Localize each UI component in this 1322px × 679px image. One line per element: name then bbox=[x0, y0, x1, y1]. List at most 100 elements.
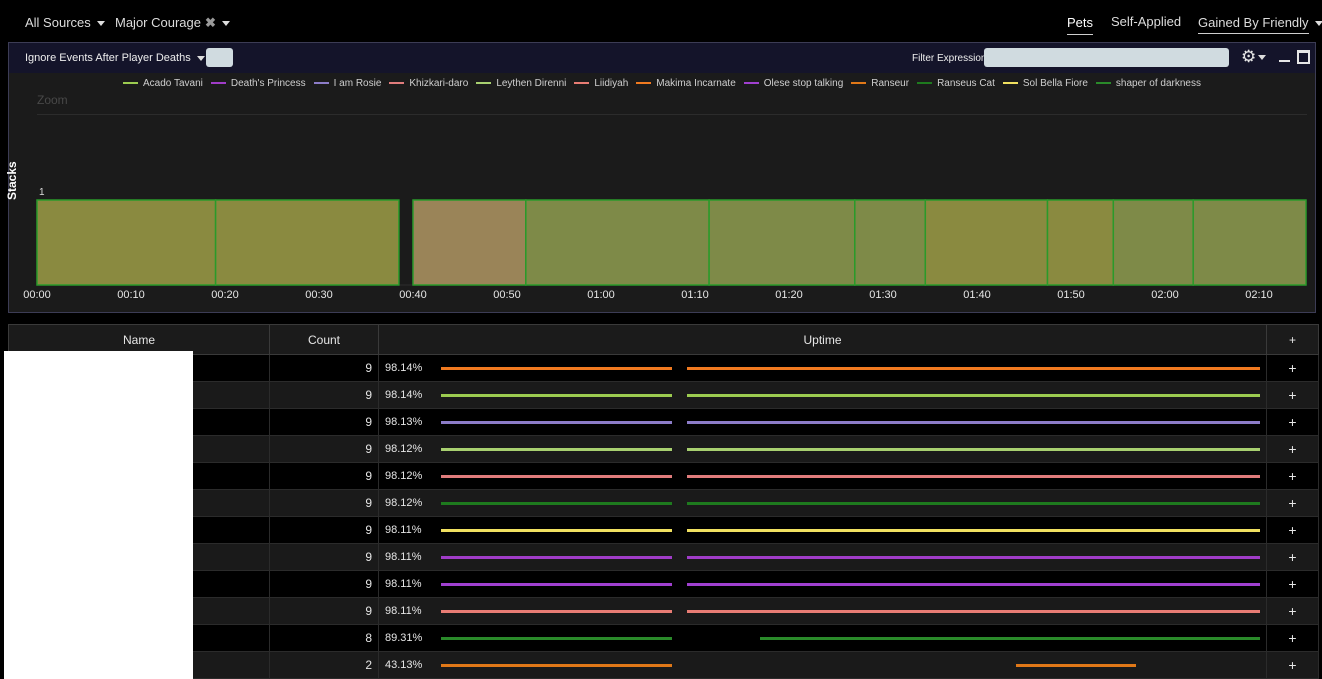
uptime-bar-segment bbox=[441, 475, 672, 478]
table-row[interactable]: 9 98.11% + bbox=[8, 543, 1319, 571]
stack-segment[interactable] bbox=[1046, 199, 1115, 286]
gained-by-dropdown[interactable]: Gained By Friendly bbox=[1198, 15, 1322, 34]
col-header-name[interactable]: Name bbox=[8, 324, 270, 355]
uptime-cell: 98.14% bbox=[378, 381, 1267, 409]
chevron-down-icon bbox=[1314, 21, 1322, 27]
uptime-percent: 98.13% bbox=[385, 416, 423, 428]
table-row[interactable]: 2 43.13% + bbox=[8, 651, 1319, 679]
table-row[interactable]: 9 98.11% + bbox=[8, 516, 1319, 544]
expand-row-button[interactable]: + bbox=[1266, 651, 1319, 679]
count-cell: 2 bbox=[269, 651, 379, 679]
uptime-cell: 98.14% bbox=[378, 354, 1267, 382]
uptime-percent: 43.13% bbox=[385, 659, 423, 671]
count-cell: 9 bbox=[269, 543, 379, 571]
expand-row-button[interactable]: + bbox=[1266, 462, 1319, 490]
gained-by-label: Gained By Friendly bbox=[1198, 15, 1309, 34]
uptime-bar-segment bbox=[686, 610, 1260, 613]
buff-uptime-table: Name Count Uptime + 9 98.14% +9 98.14% +9 98.… bbox=[8, 324, 1319, 679]
uptime-bar-segment bbox=[759, 637, 1260, 640]
tab-self-applied[interactable]: Self-Applied bbox=[1111, 14, 1181, 29]
uptime-bar-segment bbox=[1015, 664, 1137, 667]
x-tick-label: 00:00 bbox=[23, 289, 51, 301]
uptime-percent: 98.11% bbox=[385, 551, 422, 563]
uptime-bar-segment bbox=[686, 394, 1260, 397]
table-row[interactable]: 9 98.12% + bbox=[8, 435, 1319, 463]
stack-segment[interactable] bbox=[525, 199, 710, 286]
x-tick-label: 01:50 bbox=[1057, 289, 1085, 301]
table-row[interactable]: 9 98.12% + bbox=[8, 462, 1319, 490]
table-row[interactable]: 9 98.13% + bbox=[8, 408, 1319, 436]
chevron-down-icon bbox=[96, 21, 105, 27]
uptime-cell: 98.11% bbox=[378, 597, 1267, 625]
effect-dropdown[interactable]: Major Courage ✖ bbox=[115, 15, 230, 31]
effect-label: Major Courage bbox=[115, 15, 201, 30]
stack-segment[interactable] bbox=[36, 199, 217, 286]
stack-segment[interactable] bbox=[214, 199, 400, 286]
count-cell: 8 bbox=[269, 624, 379, 652]
uptime-bar-segment bbox=[686, 529, 1260, 532]
count-cell: 9 bbox=[269, 435, 379, 463]
uptime-bar-segment bbox=[686, 583, 1260, 586]
table-row[interactable]: 8 89.31% + bbox=[8, 624, 1319, 652]
x-tick-label: 02:00 bbox=[1151, 289, 1179, 301]
x-tick-label: 00:20 bbox=[211, 289, 239, 301]
table-row[interactable]: 9 98.14% + bbox=[8, 354, 1319, 382]
stack-segment[interactable] bbox=[708, 199, 856, 286]
tab-self-applied-label: Self-Applied bbox=[1111, 14, 1182, 29]
uptime-chart-panel: Ignore Events After Player Deaths Filter… bbox=[5, 42, 1316, 313]
sources-dropdown[interactable]: All Sources bbox=[25, 15, 105, 30]
expand-row-button[interactable]: + bbox=[1266, 354, 1319, 382]
x-tick-label: 01:00 bbox=[587, 289, 615, 301]
count-cell: 9 bbox=[269, 462, 379, 490]
count-cell: 9 bbox=[269, 597, 379, 625]
expand-row-button[interactable]: + bbox=[1266, 543, 1319, 571]
x-tick-label: 00:50 bbox=[493, 289, 521, 301]
uptime-bar-segment bbox=[686, 475, 1260, 478]
uptime-cell: 98.11% bbox=[378, 543, 1267, 571]
x-tick-label: 00:30 bbox=[305, 289, 333, 301]
uptime-cell: 98.12% bbox=[378, 462, 1267, 490]
add-column-button[interactable]: + bbox=[1266, 324, 1319, 355]
count-cell: 9 bbox=[269, 381, 379, 409]
expand-row-button[interactable]: + bbox=[1266, 624, 1319, 652]
table-row[interactable]: 9 98.12% + bbox=[8, 489, 1319, 517]
uptime-bar-segment bbox=[686, 367, 1260, 370]
clear-icon[interactable]: ✖ bbox=[205, 15, 216, 30]
uptime-percent: 98.14% bbox=[385, 362, 423, 374]
x-tick-label: 01:20 bbox=[775, 289, 803, 301]
stack-segment[interactable] bbox=[1112, 199, 1194, 286]
table-row[interactable]: 9 98.14% + bbox=[8, 381, 1319, 409]
x-tick-label: 01:10 bbox=[681, 289, 709, 301]
expand-row-button[interactable]: + bbox=[1266, 435, 1319, 463]
stack-segment[interactable] bbox=[854, 199, 927, 286]
uptime-percent: 98.14% bbox=[385, 389, 423, 401]
uptime-cell: 98.12% bbox=[378, 489, 1267, 517]
x-tick-label: 00:10 bbox=[117, 289, 145, 301]
uptime-bar-segment bbox=[441, 502, 672, 505]
col-header-uptime[interactable]: Uptime bbox=[378, 324, 1267, 355]
uptime-bar-segment bbox=[441, 448, 672, 451]
table-row[interactable]: 9 98.11% + bbox=[8, 597, 1319, 625]
stack-segment[interactable] bbox=[412, 199, 527, 286]
expand-row-button[interactable]: + bbox=[1266, 597, 1319, 625]
table-row[interactable]: 9 98.11% + bbox=[8, 570, 1319, 598]
expand-row-button[interactable]: + bbox=[1266, 381, 1319, 409]
col-header-count[interactable]: Count bbox=[269, 324, 379, 355]
stacks-chart[interactable] bbox=[9, 43, 1315, 312]
stack-segment[interactable] bbox=[1192, 199, 1307, 286]
tab-pets-label: Pets bbox=[1067, 15, 1094, 35]
expand-row-button[interactable]: + bbox=[1266, 516, 1319, 544]
uptime-bar-segment bbox=[441, 421, 672, 424]
x-tick-label: 01:40 bbox=[963, 289, 991, 301]
uptime-cell: 98.13% bbox=[378, 408, 1267, 436]
uptime-bar-segment bbox=[441, 637, 672, 640]
expand-row-button[interactable]: + bbox=[1266, 489, 1319, 517]
expand-row-button[interactable]: + bbox=[1266, 408, 1319, 436]
stack-segment[interactable] bbox=[924, 199, 1049, 286]
count-cell: 9 bbox=[269, 516, 379, 544]
x-tick-label: 00:40 bbox=[399, 289, 427, 301]
expand-row-button[interactable]: + bbox=[1266, 570, 1319, 598]
sources-label: All Sources bbox=[25, 15, 91, 30]
tab-pets[interactable]: Pets bbox=[1067, 15, 1094, 35]
uptime-percent: 98.11% bbox=[385, 524, 422, 536]
